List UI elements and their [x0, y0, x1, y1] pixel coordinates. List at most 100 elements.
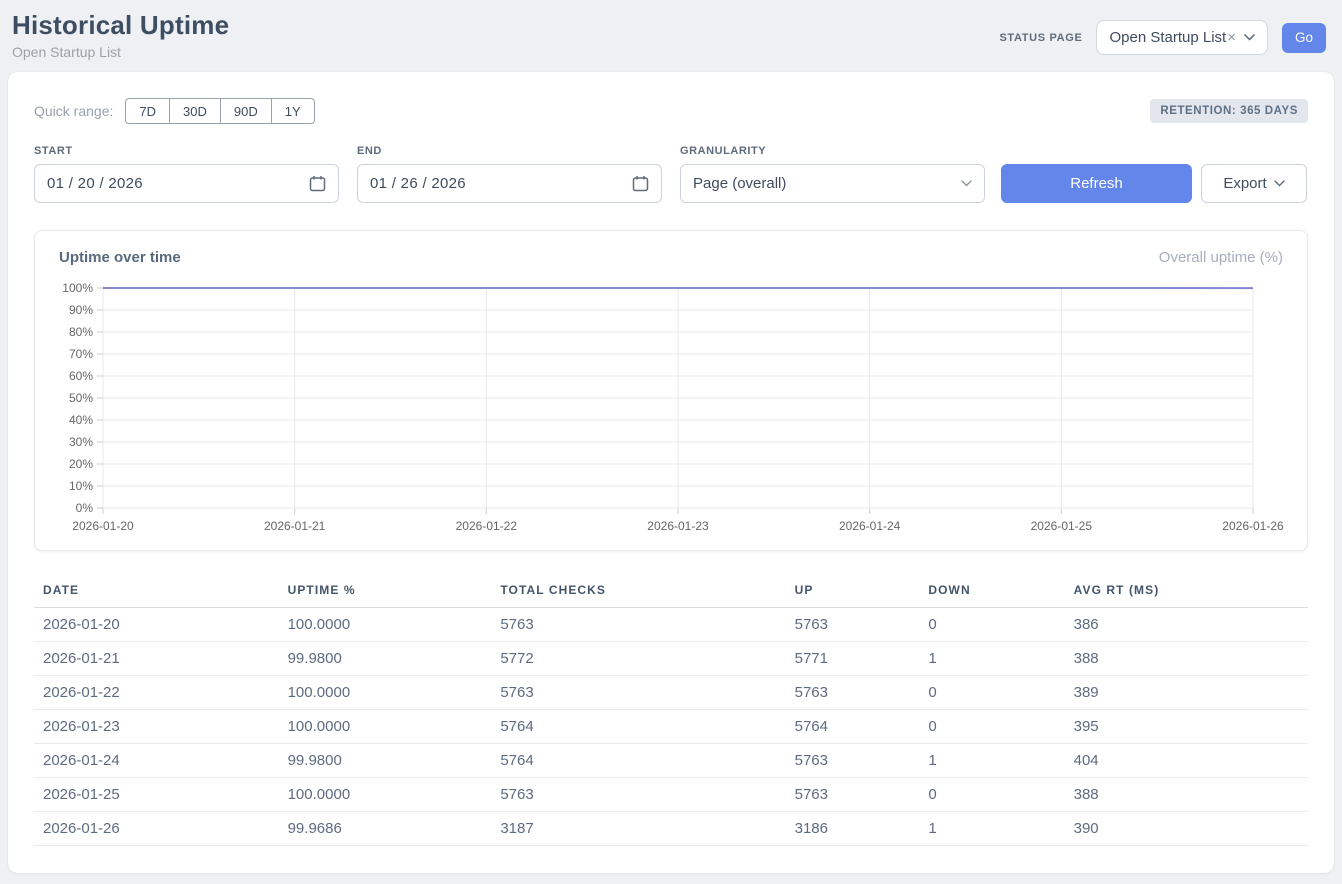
quick-range-30d-button[interactable]: 30D [169, 98, 221, 124]
clear-icon[interactable]: × [1227, 29, 1236, 46]
chevron-down-icon [1274, 180, 1285, 187]
uptime-line-chart: 2026-01-202026-01-212026-01-222026-01-23… [35, 276, 1307, 538]
svg-text:100%: 100% [62, 281, 93, 295]
uptime-table-body: 2026-01-20100.00005763576303862026-01-21… [34, 608, 1308, 846]
start-date-value: 01 / 20 / 2026 [47, 175, 143, 192]
status-page-select-value: Open Startup List [1109, 29, 1226, 46]
page-header: Historical Uptime Open Startup List STAT… [0, 0, 1342, 72]
table-header-row: DATE UPTIME % TOTAL CHECKS UP DOWN AVG R… [34, 575, 1308, 608]
header-titles: Historical Uptime Open Startup List [12, 10, 229, 60]
table-cell: 100.0000 [279, 676, 492, 710]
table-cell: 5764 [491, 710, 785, 744]
end-date-value: 01 / 26 / 2026 [370, 175, 466, 192]
column-header-down: DOWN [919, 575, 1064, 608]
table-row: 2026-01-20100.0000576357630386 [34, 608, 1308, 642]
table-cell: 5764 [491, 744, 785, 778]
start-date-input[interactable]: 01 / 20 / 2026 [34, 164, 339, 203]
table-row: 2026-01-2699.9686318731861390 [34, 812, 1308, 846]
table-cell: 404 [1065, 744, 1308, 778]
table-row: 2026-01-2199.9800577257711388 [34, 642, 1308, 676]
svg-text:90%: 90% [69, 303, 93, 317]
svg-text:2026-01-24: 2026-01-24 [839, 519, 901, 533]
svg-text:2026-01-23: 2026-01-23 [647, 519, 709, 533]
svg-text:10%: 10% [69, 479, 93, 493]
quick-range-7d-button[interactable]: 7D [125, 98, 170, 124]
chevron-down-icon [961, 180, 972, 187]
retention-badge: RETENTION: 365 DAYS [1150, 99, 1308, 123]
uptime-table-head: DATE UPTIME % TOTAL CHECKS UP DOWN AVG R… [34, 575, 1308, 608]
svg-text:0%: 0% [76, 501, 94, 515]
table-cell: 1 [919, 642, 1064, 676]
svg-text:40%: 40% [69, 413, 93, 427]
table-cell: 99.9686 [279, 812, 492, 846]
svg-text:20%: 20% [69, 457, 93, 471]
table-cell: 1 [919, 744, 1064, 778]
table-cell: 5771 [786, 642, 920, 676]
table-cell: 5763 [786, 608, 920, 642]
svg-text:50%: 50% [69, 391, 93, 405]
svg-text:2026-01-20: 2026-01-20 [72, 519, 134, 533]
page-subtitle: Open Startup List [12, 44, 229, 60]
table-cell: 0 [919, 710, 1064, 744]
uptime-table: DATE UPTIME % TOTAL CHECKS UP DOWN AVG R… [34, 575, 1308, 846]
chevron-down-icon [1244, 34, 1255, 41]
table-cell: 3187 [491, 812, 785, 846]
svg-text:2026-01-25: 2026-01-25 [1031, 519, 1093, 533]
granularity-value: Page (overall) [693, 175, 786, 192]
table-cell: 5772 [491, 642, 785, 676]
table-cell: 388 [1065, 642, 1308, 676]
table-cell: 2026-01-24 [34, 744, 279, 778]
table-cell: 5763 [786, 744, 920, 778]
table-cell: 388 [1065, 778, 1308, 812]
calendar-icon[interactable] [309, 175, 326, 192]
table-row: 2026-01-25100.0000576357630388 [34, 778, 1308, 812]
refresh-button[interactable]: Refresh [1001, 164, 1192, 203]
table-cell: 5763 [491, 676, 785, 710]
quick-range-1y-button[interactable]: 1Y [271, 98, 315, 124]
start-date-field: START 01 / 20 / 2026 [34, 145, 339, 203]
column-header-total-checks: TOTAL CHECKS [491, 575, 785, 608]
go-button[interactable]: Go [1282, 23, 1326, 53]
table-cell: 99.9800 [279, 642, 492, 676]
column-header-date: DATE [34, 575, 279, 608]
table-cell: 2026-01-23 [34, 710, 279, 744]
granularity-label: GRANULARITY [680, 145, 985, 157]
table-cell: 5763 [786, 676, 920, 710]
table-row: 2026-01-23100.0000576457640395 [34, 710, 1308, 744]
calendar-icon[interactable] [632, 175, 649, 192]
table-cell: 0 [919, 608, 1064, 642]
column-header-uptime: UPTIME % [279, 575, 492, 608]
quick-range-row: Quick range: 7D 30D 90D 1Y RETENTION: 36… [34, 98, 1308, 124]
table-cell: 2026-01-25 [34, 778, 279, 812]
start-label: START [34, 145, 339, 157]
granularity-field: GRANULARITY Page (overall) [680, 145, 985, 203]
table-cell: 2026-01-20 [34, 608, 279, 642]
column-header-up: UP [786, 575, 920, 608]
table-cell: 5763 [491, 608, 785, 642]
table-cell: 386 [1065, 608, 1308, 642]
granularity-select[interactable]: Page (overall) [680, 164, 985, 203]
main-card: Quick range: 7D 30D 90D 1Y RETENTION: 36… [8, 72, 1334, 873]
table-cell: 0 [919, 778, 1064, 812]
table-cell: 100.0000 [279, 778, 492, 812]
table-cell: 5763 [786, 778, 920, 812]
page-title: Historical Uptime [12, 10, 229, 41]
svg-text:2026-01-26: 2026-01-26 [1222, 519, 1284, 533]
export-button[interactable]: Export [1201, 164, 1307, 203]
table-row: 2026-01-2499.9800576457631404 [34, 744, 1308, 778]
end-date-field: END 01 / 26 / 2026 [357, 145, 662, 203]
status-page-select[interactable]: Open Startup List × [1096, 20, 1268, 55]
table-cell: 99.9800 [279, 744, 492, 778]
table-cell: 2026-01-22 [34, 676, 279, 710]
table-cell: 100.0000 [279, 710, 492, 744]
quick-range-label: Quick range: [34, 103, 113, 119]
table-cell: 389 [1065, 676, 1308, 710]
filter-row: START 01 / 20 / 2026 END 01 / 26 / 2026 [34, 145, 1308, 203]
end-label: END [357, 145, 662, 157]
table-cell: 0 [919, 676, 1064, 710]
chart-title: Uptime over time [59, 249, 181, 266]
table-row: 2026-01-22100.0000576357630389 [34, 676, 1308, 710]
quick-range-90d-button[interactable]: 90D [220, 98, 272, 124]
end-date-input[interactable]: 01 / 26 / 2026 [357, 164, 662, 203]
table-cell: 1 [919, 812, 1064, 846]
